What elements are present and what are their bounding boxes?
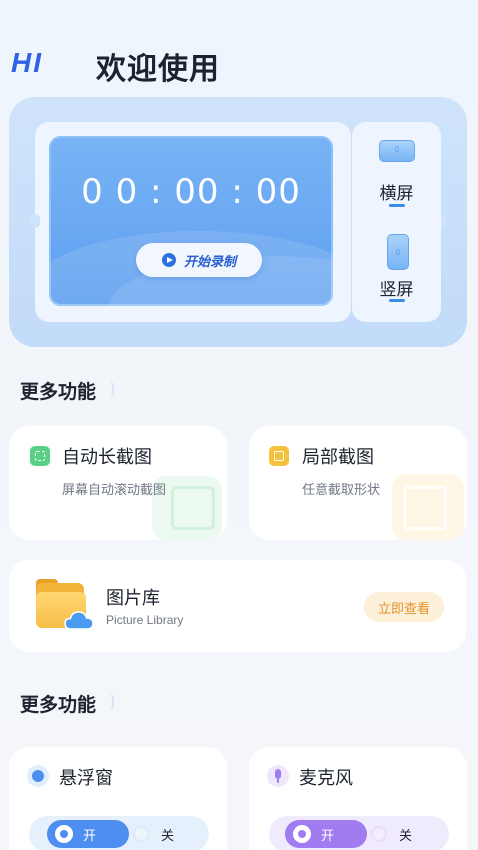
start-recording-label: 开始录制 [183, 254, 236, 270]
crop-screenshot-icon [269, 446, 289, 466]
toggle-on-icon [55, 825, 73, 843]
floating-window-title: 悬浮窗 [59, 768, 113, 789]
microphone-card: 麦克风 开 关 [249, 747, 467, 850]
crop-frame-icon [403, 486, 447, 530]
section-title: 更多功能 [20, 381, 97, 403]
hi-greeting: HI [11, 47, 43, 78]
toggle-off-icon[interactable] [371, 826, 387, 842]
recording-timer: 0 0 : 00 : 00 [81, 172, 301, 212]
long-screenshot-icon [30, 446, 50, 466]
floating-window-icon [27, 765, 49, 787]
start-recording-button[interactable]: 开始录制 [136, 243, 262, 277]
section-decoration [104, 381, 114, 397]
ticket-notch-left [30, 214, 40, 228]
view-now-button[interactable]: 立即查看 [364, 592, 444, 622]
cloud-icon [64, 611, 94, 630]
timer-screen: 0 0 : 00 : 00 开始录制 [49, 136, 333, 306]
feature-card-crop-screenshot[interactable]: 局部截图 任意截取形状 [249, 426, 467, 540]
toggle-on-label: 开 [321, 828, 335, 844]
landscape-label: 横屏 [379, 184, 414, 204]
toggle-on-icon [293, 825, 311, 843]
floating-window-card: 悬浮窗 开 关 [9, 747, 227, 850]
toggle-on-option[interactable]: 开 [47, 820, 129, 848]
feature-subtitle: 屏幕自动滚动截图 [62, 483, 167, 498]
portrait-label: 竖屏 [379, 280, 414, 300]
section-decoration [104, 694, 114, 710]
feature-card-long-screenshot[interactable]: 自动长截图 屏幕自动滚动截图 [9, 426, 227, 540]
feature-title: 局部截图 [302, 447, 374, 468]
toggle-on-label: 开 [83, 828, 97, 844]
feature-subtitle: 任意截取形状 [302, 483, 381, 498]
welcome-title: 欢迎使用 [96, 52, 220, 87]
toggle-on-option[interactable]: 开 [285, 820, 367, 848]
toggle-off-label[interactable]: 关 [161, 825, 174, 844]
microphone-title: 麦克风 [299, 768, 353, 789]
microphone-icon [267, 765, 289, 787]
floating-window-toggle[interactable]: 开 关 [29, 816, 209, 850]
microphone-toggle[interactable]: 开 关 [269, 816, 449, 850]
gallery-title: 图片库 [106, 588, 160, 609]
gallery-subtitle: Picture Library [106, 613, 184, 627]
scan-frame-icon [171, 486, 215, 530]
portrait-phone-icon [387, 234, 409, 270]
play-icon [161, 253, 176, 267]
toggle-off-label[interactable]: 关 [399, 825, 412, 844]
feature-title: 自动长截图 [62, 447, 152, 468]
section-title: 更多功能 [20, 694, 97, 716]
toggle-off-icon[interactable] [133, 826, 149, 842]
landscape-phone-icon [379, 140, 415, 162]
portrait-indicator [389, 299, 405, 302]
landscape-indicator [389, 204, 405, 207]
